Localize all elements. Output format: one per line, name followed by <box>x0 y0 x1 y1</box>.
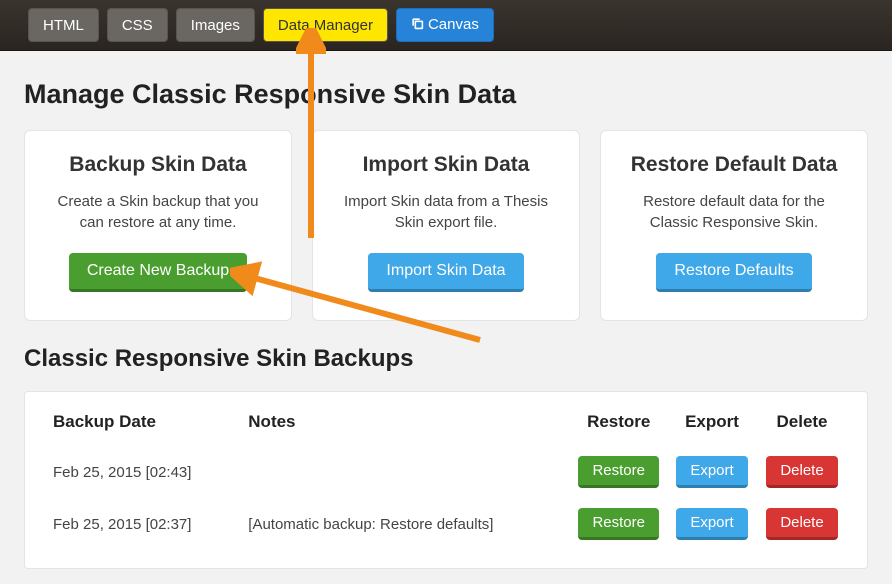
restore-button[interactable]: Restore <box>578 456 659 488</box>
top-tab-bar: HTML CSS Images Data Manager Canvas <box>0 0 892 51</box>
th-restore: Restore <box>570 406 667 446</box>
tab-images[interactable]: Images <box>176 8 255 42</box>
cell-notes: [Automatic backup: Restore defaults] <box>240 498 570 550</box>
tab-css[interactable]: CSS <box>107 8 168 42</box>
table-row: Feb 25, 2015 [02:43] Restore Export Dele… <box>45 446 847 498</box>
backups-heading: Classic Responsive Skin Backups <box>24 345 868 373</box>
card-import: Import Skin Data Import Skin data from a… <box>312 130 580 321</box>
backups-table-wrap: Backup Date Notes Restore Export Delete … <box>24 391 868 569</box>
card-restore-title: Restore Default Data <box>621 153 847 177</box>
tab-html[interactable]: HTML <box>28 8 99 42</box>
cards-row: Backup Skin Data Create a Skin backup th… <box>24 130 868 321</box>
tab-canvas[interactable]: Canvas <box>396 8 494 42</box>
cell-date: Feb 25, 2015 [02:43] <box>45 446 240 498</box>
delete-button[interactable]: Delete <box>766 508 837 540</box>
tab-canvas-label: Canvas <box>428 16 479 33</box>
card-backup-text: Create a Skin backup that you can restor… <box>45 191 271 233</box>
card-restore: Restore Default Data Restore default dat… <box>600 130 868 321</box>
create-backup-button[interactable]: Create New Backup <box>69 253 247 292</box>
backups-table: Backup Date Notes Restore Export Delete … <box>45 406 847 550</box>
export-button[interactable]: Export <box>676 508 747 540</box>
restore-defaults-button[interactable]: Restore Defaults <box>656 253 811 292</box>
card-restore-text: Restore default data for the Classic Res… <box>621 191 847 233</box>
th-export: Export <box>667 406 757 446</box>
card-import-title: Import Skin Data <box>333 153 559 177</box>
th-notes: Notes <box>240 406 570 446</box>
table-row: Feb 25, 2015 [02:37] [Automatic backup: … <box>45 498 847 550</box>
card-backup-title: Backup Skin Data <box>45 153 271 177</box>
card-import-text: Import Skin data from a Thesis Skin expo… <box>333 191 559 233</box>
card-backup: Backup Skin Data Create a Skin backup th… <box>24 130 292 321</box>
cell-notes <box>240 446 570 498</box>
main-content: Manage Classic Responsive Skin Data Back… <box>0 51 892 569</box>
import-skin-button[interactable]: Import Skin Data <box>368 253 523 292</box>
tab-data-manager[interactable]: Data Manager <box>263 8 388 42</box>
th-delete: Delete <box>757 406 847 446</box>
copy-icon <box>411 17 424 34</box>
export-button[interactable]: Export <box>676 456 747 488</box>
restore-button[interactable]: Restore <box>578 508 659 540</box>
cell-date: Feb 25, 2015 [02:37] <box>45 498 240 550</box>
delete-button[interactable]: Delete <box>766 456 837 488</box>
page-title: Manage Classic Responsive Skin Data <box>24 79 868 110</box>
th-date: Backup Date <box>45 406 240 446</box>
